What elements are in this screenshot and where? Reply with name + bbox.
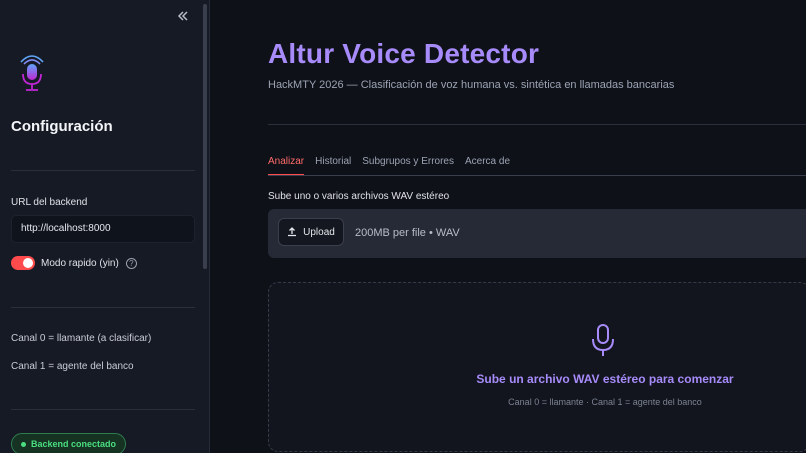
status-badge-label: Backend conectado — [31, 439, 117, 449]
microphone-icon — [592, 324, 614, 356]
backend-url-label: URL del backend — [11, 197, 88, 208]
help-icon[interactable]: ? — [125, 257, 137, 269]
sidebar-divider — [11, 307, 195, 308]
channel1-text: Canal 1 = agente del banco — [11, 361, 134, 372]
tabs-underline — [268, 175, 806, 176]
fast-mode-toggle-row: Modo rapido (yin) ? — [11, 256, 137, 270]
tab-analizar[interactable]: Analizar — [268, 156, 305, 176]
sidebar: Configuración URL del backend http://loc… — [0, 0, 210, 453]
fast-mode-toggle[interactable] — [11, 256, 35, 270]
main-content: Altur Voice Detector HackMTY 2026 — Clas… — [211, 0, 806, 453]
upload-button[interactable]: Upload — [278, 218, 344, 246]
tab-historial[interactable]: Historial — [315, 156, 351, 176]
empty-state-title: Sube un archivo WAV estéreo para comenza… — [476, 372, 734, 386]
microphone-logo-icon — [20, 55, 44, 91]
backend-status-badge: Backend conectado — [11, 433, 127, 453]
tab-bar: Analizar Historial Subgrupos y Errores A… — [268, 156, 521, 176]
upload-button-label: Upload — [303, 226, 335, 238]
tab-subgrupos-errores[interactable]: Subgrupos y Errores — [362, 156, 454, 176]
main-divider — [268, 124, 806, 125]
double-chevron-left-icon — [177, 11, 188, 21]
channel0-text: Canal 0 = llamante (a clasificar) — [11, 333, 152, 344]
upload-label: Sube uno o varios archivos WAV estéreo — [268, 191, 450, 202]
sidebar-divider — [11, 170, 195, 171]
page-subtitle: HackMTY 2026 — Clasificación de voz huma… — [268, 79, 675, 91]
upload-icon — [288, 227, 297, 237]
status-dot-icon — [21, 441, 26, 447]
backend-url-input[interactable]: http://localhost:8000 — [11, 215, 195, 243]
tab-acerca-de[interactable]: Acerca de — [465, 156, 510, 176]
file-dropzone[interactable]: Upload 200MB per file • WAV — [268, 209, 806, 258]
page-title: Altur Voice Detector — [268, 38, 540, 69]
sidebar-title: Configuración — [11, 118, 113, 135]
sidebar-divider — [11, 409, 195, 410]
empty-state-panel: Sube un archivo WAV estéreo para comenza… — [268, 282, 806, 452]
collapse-sidebar-button[interactable] — [172, 8, 194, 28]
sidebar-scrollbar[interactable] — [203, 4, 207, 269]
upload-limit-text: 200MB per file • WAV — [355, 227, 460, 239]
fast-mode-label: Modo rapido (yin) — [41, 257, 119, 269]
empty-state-subtitle: Canal 0 = llamante · Canal 1 = agente de… — [508, 397, 702, 407]
